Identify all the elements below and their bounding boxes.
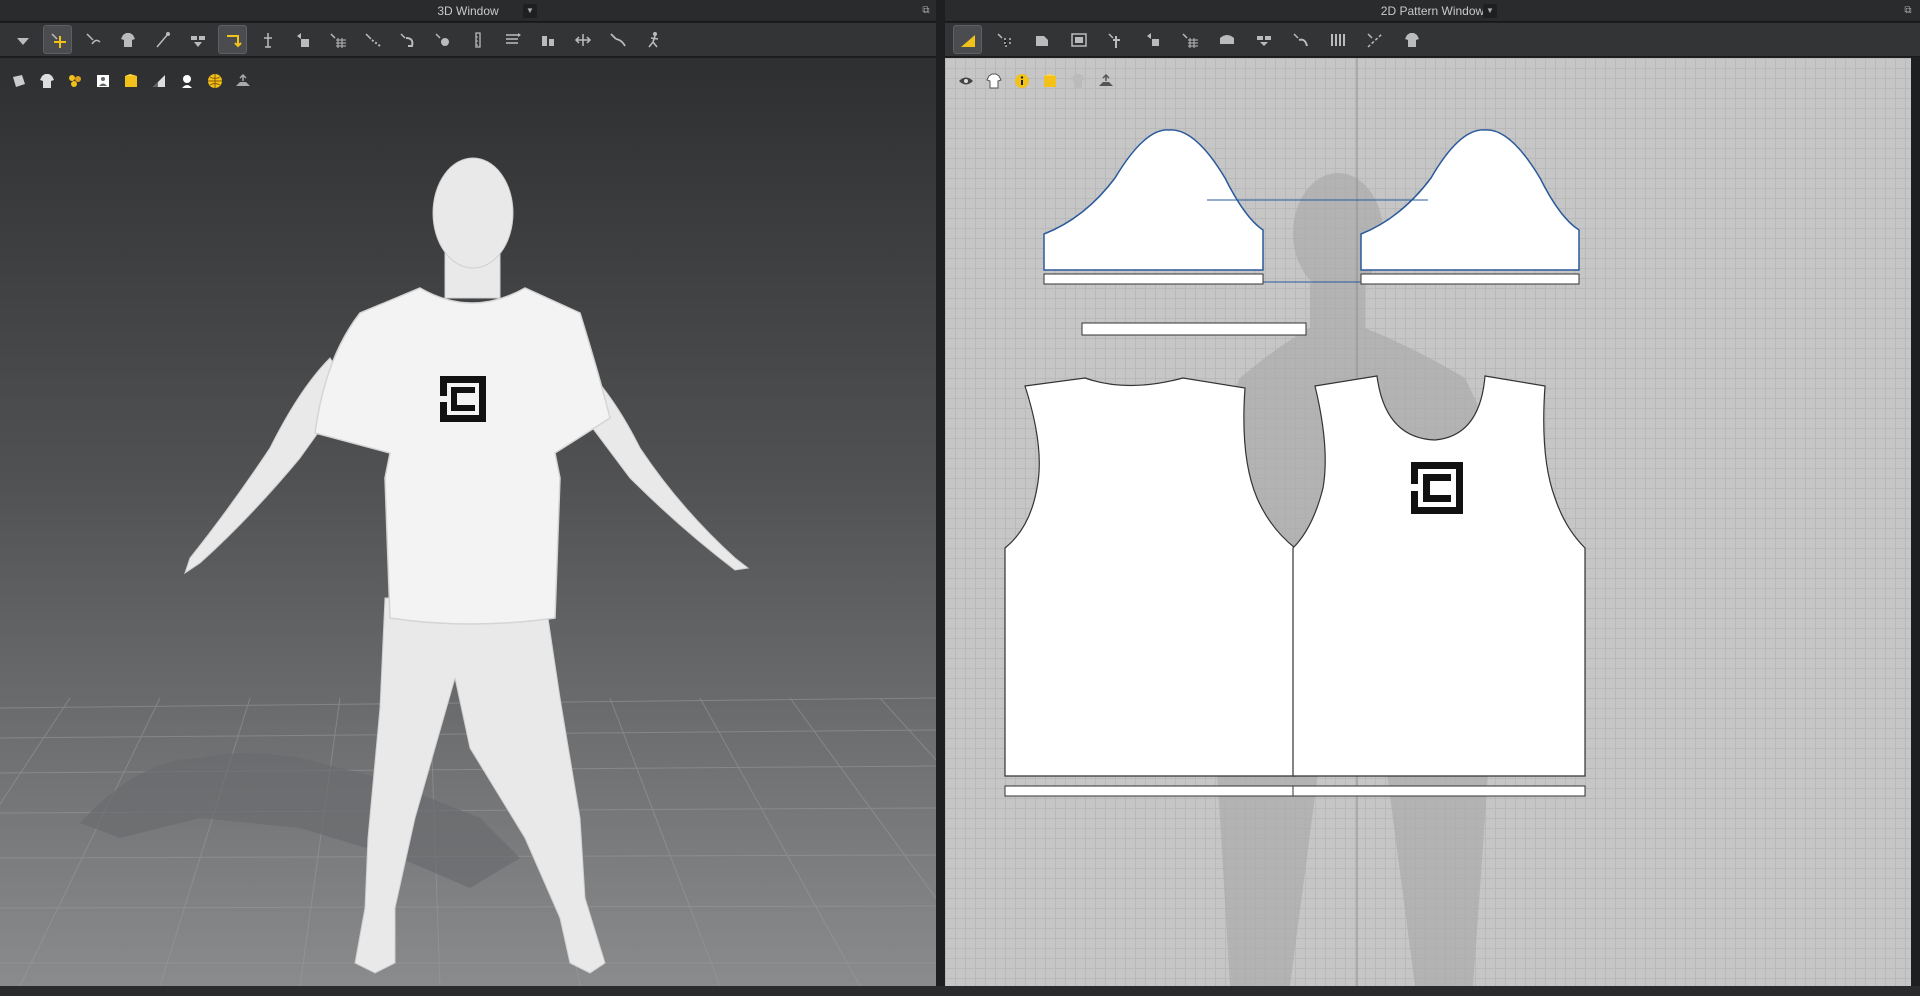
visibility-eye-icon[interactable]: [955, 70, 977, 92]
environment-map-icon[interactable]: [204, 70, 226, 92]
2d-window-dropdown-icon[interactable]: ▼: [1483, 4, 1497, 18]
seam-allowance-icon[interactable]: [1212, 25, 1241, 54]
arrangement-plane-icon[interactable]: [358, 25, 387, 54]
tack-icon[interactable]: [183, 25, 212, 54]
texture-2d-icon[interactable]: [1039, 70, 1061, 92]
fold-2d-icon[interactable]: [1249, 25, 1278, 54]
transform-pattern-icon[interactable]: [43, 25, 72, 54]
2d-window-title: 2D Pattern Window: [1380, 4, 1485, 18]
3d-viewport[interactable]: [0, 58, 936, 986]
pleat-icon[interactable]: [1323, 25, 1352, 54]
avatar-size-icon[interactable]: [498, 25, 527, 54]
point-icon[interactable]: [428, 25, 457, 54]
render-mode-icon[interactable]: [120, 70, 142, 92]
app-window: 3D Window ▼ ⧉ 2D Pattern Window ▼ ⧉: [0, 0, 1920, 996]
show-avatar-2d-icon[interactable]: [1067, 70, 1089, 92]
subtoolbar-3d: [8, 70, 254, 92]
edit-pattern-icon[interactable]: [953, 25, 982, 54]
3d-window-dropdown-icon[interactable]: ▼: [523, 4, 537, 18]
strengthen-icon[interactable]: [603, 25, 632, 54]
seam-line-icon[interactable]: [323, 25, 352, 54]
arrange-icon[interactable]: [288, 25, 317, 54]
polygon-icon[interactable]: [1064, 25, 1093, 54]
dart-icon[interactable]: [1138, 25, 1167, 54]
sewing-check-icon[interactable]: [1360, 25, 1389, 54]
2d-pattern-viewport[interactable]: [945, 58, 1911, 986]
segment-sewing-icon[interactable]: [1286, 25, 1315, 54]
3d-scene: [0, 157, 936, 986]
avatar-shadow: [80, 753, 520, 888]
transform-2d-icon[interactable]: [990, 25, 1019, 54]
grid-floor-icon[interactable]: [1095, 70, 1117, 92]
show-garment-2d-icon[interactable]: [983, 70, 1005, 92]
show-avatar-body-icon[interactable]: [92, 70, 114, 92]
stretch-icon[interactable]: [638, 25, 667, 54]
toolbar-2d: [945, 23, 1920, 57]
sleeve-pattern-right[interactable]: [1360, 129, 1580, 285]
pattern-canvas: [1004, 58, 1586, 986]
shading-icon[interactable]: [148, 70, 170, 92]
puckering-icon[interactable]: [568, 25, 597, 54]
titlebar-2d-pattern-window: 2D Pattern Window ▼ ⧉: [945, 0, 1920, 22]
info-icon[interactable]: [1011, 70, 1033, 92]
floor-icon[interactable]: [232, 70, 254, 92]
3d-window-maximize-icon[interactable]: ⧉: [920, 5, 932, 17]
fold-icon[interactable]: [218, 25, 247, 54]
status-bar: [0, 986, 1920, 996]
logo-2d: [1411, 462, 1463, 514]
move-pattern-icon[interactable]: [253, 25, 282, 54]
tape-icon[interactable]: [393, 25, 422, 54]
2d-window-maximize-icon[interactable]: ⧉: [1902, 5, 1914, 17]
subtoolbar-2d: [955, 70, 1117, 92]
pin-icon[interactable]: [148, 25, 177, 54]
garment-2d-icon[interactable]: [1397, 25, 1426, 54]
show-avatar-icon[interactable]: [8, 70, 30, 92]
window-divider[interactable]: [936, 0, 945, 996]
avatar-surface-icon[interactable]: [176, 70, 198, 92]
sleeve-pattern-left[interactable]: [1043, 129, 1264, 285]
show-garment-icon[interactable]: [36, 70, 58, 92]
3d-window-title: 3D Window: [437, 4, 499, 18]
internal-line-icon[interactable]: [1101, 25, 1130, 54]
tshirt-3d[interactable]: [314, 287, 611, 625]
trim-icon[interactable]: [1027, 25, 1056, 54]
titlebar-3d-window: 3D Window ▼ ⧉: [0, 0, 936, 22]
toolbar-3d: [0, 23, 936, 57]
front-body-pattern[interactable]: [1292, 375, 1586, 797]
neckband-pattern[interactable]: [1081, 322, 1307, 336]
fold-arrangement-icon[interactable]: [78, 25, 107, 54]
logo-3d: [440, 376, 486, 422]
circumference-icon[interactable]: [533, 25, 562, 54]
measure-icon[interactable]: [463, 25, 492, 54]
select-mesh-icon[interactable]: [8, 25, 37, 54]
show-texture-icon[interactable]: [64, 70, 86, 92]
garment-icon[interactable]: [113, 25, 142, 54]
grid-icon[interactable]: [1175, 25, 1204, 54]
